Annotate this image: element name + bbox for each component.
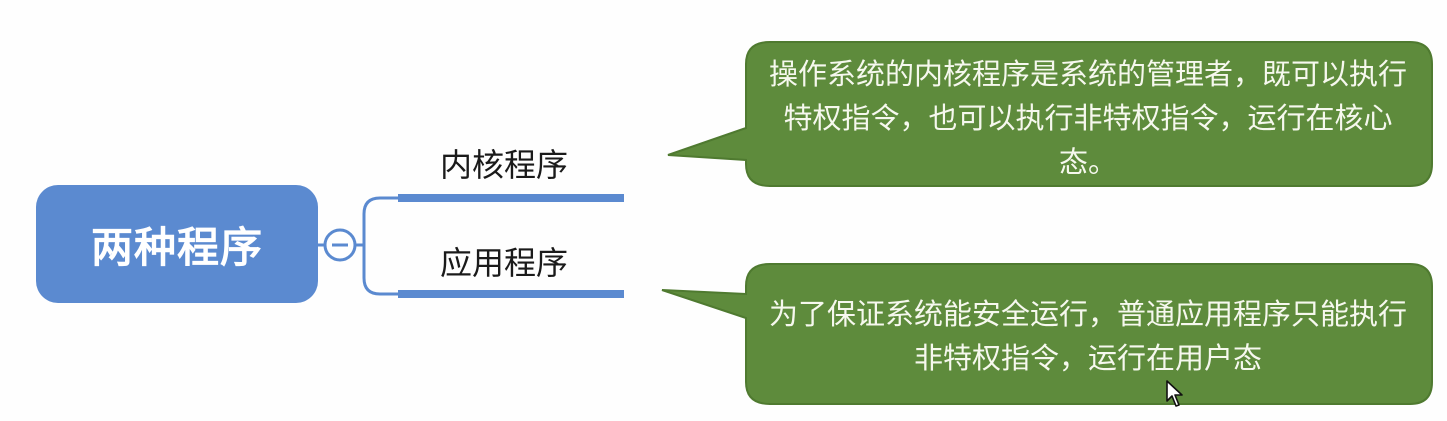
mouse-pointer-icon [1166, 380, 1183, 407]
callout-app-text: 为了保证系统能安全运行，普通应用程序只能执行非特权指令，运行在用户态 [768, 297, 1407, 375]
mindmap-canvas: 两种程序 内核程序 应用程序 操作系统的内核程序是系统的管理者，既可以执行特权指… [0, 0, 1447, 421]
branch-application-program[interactable]: 应用程序 [440, 238, 568, 284]
callout-kernel-text: 操作系统的内核程序是系统的管理者，既可以执行特权指令，也可以执行非特权指令，运行… [768, 57, 1407, 179]
branch-underline-kernel [398, 194, 624, 202]
root-node[interactable]: 两种程序 [36, 185, 318, 303]
branch-curve-kernel [362, 196, 400, 245]
branch-curve-app [362, 245, 400, 296]
root-node-label: 两种程序 [90, 222, 263, 272]
branch-kernel-program[interactable]: 内核程序 [440, 140, 568, 186]
branch-underline-app [398, 290, 624, 298]
minus-circle-icon[interactable] [323, 228, 357, 262]
